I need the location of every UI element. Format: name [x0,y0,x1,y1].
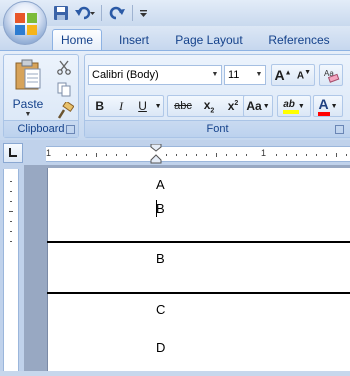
subscript-button[interactable]: x2 [197,98,221,114]
vertical-ruler[interactable] [3,169,19,371]
tab-selector-button[interactable] [3,143,23,163]
strike-sub-super-group: abc x2 x2 [167,95,247,117]
vertical-ruler-area [0,165,24,371]
tab-page-layout[interactable]: Page Layout [172,29,246,50]
title-bar [0,0,350,26]
copy-icon[interactable] [56,81,72,97]
shrink-font-button[interactable]: A▼ [294,69,314,81]
paste-icon [15,59,41,90]
customize-quick-access-icon[interactable] [138,4,150,22]
grow-shrink-font-group: A▲ A▼ [271,64,315,86]
highlight-icon: ab [283,99,300,114]
ribbon-tabs: Home Insert Page Layout References [0,26,350,50]
font-size-value: 11 [228,69,240,81]
ruler-ticks [66,153,347,157]
table-row-3-line-1[interactable]: C [156,302,165,317]
superscript-button[interactable]: x2 [221,99,245,113]
font-size-combo[interactable]: 11 ▼ [224,65,266,85]
format-painter-icon[interactable] [56,102,74,120]
save-icon[interactable] [52,4,70,22]
tab-references[interactable]: References [262,29,336,50]
strikethrough-button[interactable]: abc [169,100,197,112]
paste-label: Paste [12,97,44,111]
indent-marker-icon[interactable] [150,144,162,164]
document-page[interactable] [47,168,350,371]
tab-insert[interactable]: Insert [112,29,156,50]
font-color-swatch [318,112,331,116]
highlight-dropdown-icon[interactable]: ▼ [298,103,305,110]
font-size-dropdown-icon[interactable]: ▼ [253,66,265,84]
redo-icon[interactable] [107,4,127,22]
font-color-button[interactable]: A ▼ [313,95,343,117]
vertical-ruler-ticks [9,181,13,242]
table-row-1-line-1[interactable]: A [156,177,165,192]
table-row-3-line-2[interactable]: D [156,340,165,355]
qa-separator [101,5,102,21]
italic-button[interactable]: I [110,99,131,114]
text-highlight-button[interactable]: ab ▼ [277,95,311,117]
table-border-line [47,292,350,294]
bold-italic-underline-group: B I U ▼ [88,95,164,117]
bold-button[interactable]: B [89,99,110,113]
office-button[interactable] [3,1,47,45]
font-group: Calibri (Body) ▼ 11 ▼ A▲ A▼ Aa B I U ▼ a… [84,54,350,138]
clear-formatting-button[interactable]: Aa [319,64,343,86]
table-row-2-line-1[interactable]: B [156,251,165,266]
table-row-1-line-2[interactable]: B [156,201,165,216]
grow-font-button[interactable]: A▲ [272,67,294,83]
font-name-value: Calibri (Body) [92,69,159,81]
font-color-dropdown-icon[interactable]: ▼ [331,103,338,110]
left-tab-icon [9,148,17,157]
font-launcher-icon[interactable] [335,125,344,134]
ribbon: Paste ▼ Clipboard Calibri (Body) ▼ 11 ▼ [0,50,350,140]
office-logo-icon [15,13,37,35]
clear-formatting-icon: Aa [324,69,340,83]
horizontal-ruler[interactable]: 1 1 [46,144,350,164]
table-border-line [47,241,350,243]
font-name-dropdown-icon[interactable]: ▼ [209,66,221,84]
font-color-icon: A [318,96,331,116]
change-case-button[interactable]: Aa ▼ [243,95,273,117]
cut-icon[interactable] [56,59,72,75]
clipboard-group: Paste ▼ Clipboard [3,54,79,138]
tab-home[interactable]: Home [52,29,102,50]
clipboard-launcher-icon[interactable] [66,125,75,134]
change-case-dropdown-icon[interactable]: ▼ [263,103,270,110]
highlight-color-swatch [283,109,300,114]
underline-button[interactable]: U [132,99,153,113]
paste-dropdown-arrow[interactable]: ▼ [8,111,48,118]
undo-icon[interactable] [74,4,96,22]
qa-separator [132,5,133,21]
font-name-combo[interactable]: Calibri (Body) ▼ [88,65,222,85]
ruler-area: 1 1 [0,140,350,165]
font-group-label: Font [85,120,350,137]
text-cursor [156,200,157,217]
underline-dropdown-icon[interactable]: ▼ [153,103,163,110]
paste-button[interactable]: Paste ▼ [8,57,48,119]
